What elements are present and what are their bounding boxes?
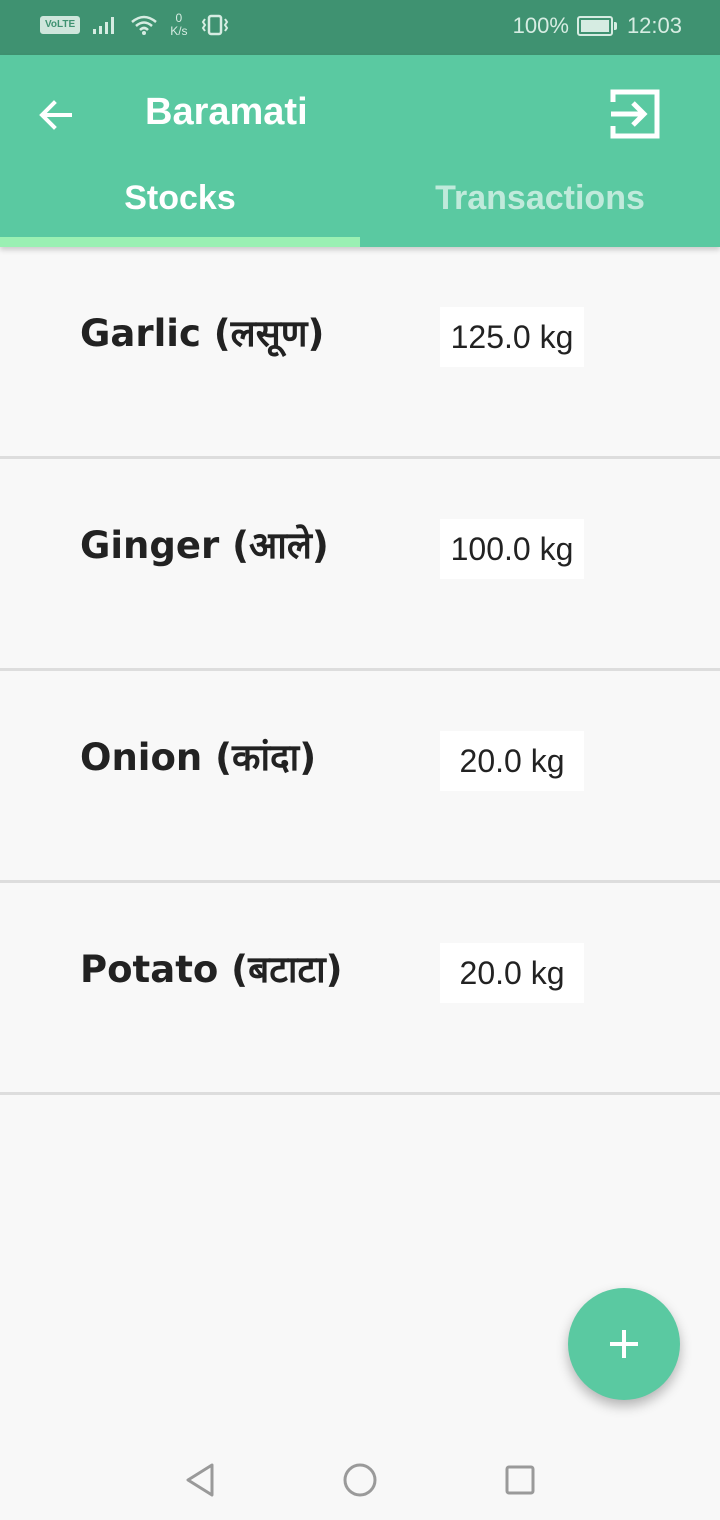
stock-item-garlic[interactable]: Garlic (लसूण) 125.0 kg — [0, 247, 720, 459]
app-bar: Baramati Stocks Transactions — [0, 55, 720, 247]
plus-icon — [610, 1330, 638, 1358]
arrow-left-icon — [39, 100, 72, 130]
clock: 12:03 — [626, 13, 682, 38]
nav-home-button[interactable] — [340, 1460, 380, 1500]
tab-indicator — [0, 237, 360, 247]
stock-item-onion[interactable]: Onion (कांदा) 20.0 kg — [0, 671, 720, 883]
battery-percent: 100% — [512, 13, 569, 38]
recents-square-icon — [505, 1465, 535, 1495]
network-speed-unit: K/s — [170, 24, 188, 38]
logout-button[interactable] — [604, 83, 666, 145]
stock-quantity: 20.0 kg — [440, 943, 584, 1003]
exit-icon — [610, 89, 660, 139]
vibrate-icon — [201, 14, 228, 36]
stock-quantity: 125.0 kg — [440, 307, 584, 367]
tab-stocks[interactable]: Stocks — [0, 171, 360, 247]
status-bar: VoLTE 0 K/s 100% 12:03 — [0, 0, 720, 55]
add-stock-button[interactable] — [568, 1288, 680, 1400]
stock-item-potato[interactable]: Potato (बटाटा) 20.0 kg — [0, 883, 720, 1095]
home-circle-icon — [343, 1463, 377, 1497]
volte-badge: VoLTE — [40, 16, 81, 34]
system-nav-bar — [0, 1440, 720, 1520]
stock-name: Garlic (लसूण) — [80, 312, 325, 355]
stock-quantity: 20.0 kg — [440, 731, 584, 791]
stock-name: Onion (कांदा) — [80, 736, 317, 779]
stock-name: Potato (बटाटा) — [80, 948, 343, 991]
network-speed: 0 K/s — [170, 12, 187, 38]
stock-list: Garlic (लसूण) 125.0 kg Ginger (आले) 100.… — [0, 247, 720, 1095]
wifi-icon — [131, 15, 157, 35]
status-bar-right: 100% 12:03 — [513, 13, 682, 39]
nav-recents-button[interactable] — [500, 1460, 540, 1500]
signal-icon — [93, 17, 115, 34]
stock-item-ginger[interactable]: Ginger (आले) 100.0 kg — [0, 459, 720, 671]
nav-back-button[interactable] — [180, 1460, 220, 1500]
stock-quantity: 100.0 kg — [440, 519, 584, 579]
battery-icon — [576, 16, 617, 36]
stock-name: Ginger (आले) — [80, 524, 329, 567]
back-button[interactable] — [30, 89, 82, 141]
status-bar-left: VoLTE 0 K/s — [40, 12, 230, 38]
tab-transactions[interactable]: Transactions — [360, 171, 720, 247]
back-triangle-icon — [186, 1463, 214, 1497]
page-title: Baramati — [145, 91, 308, 133]
